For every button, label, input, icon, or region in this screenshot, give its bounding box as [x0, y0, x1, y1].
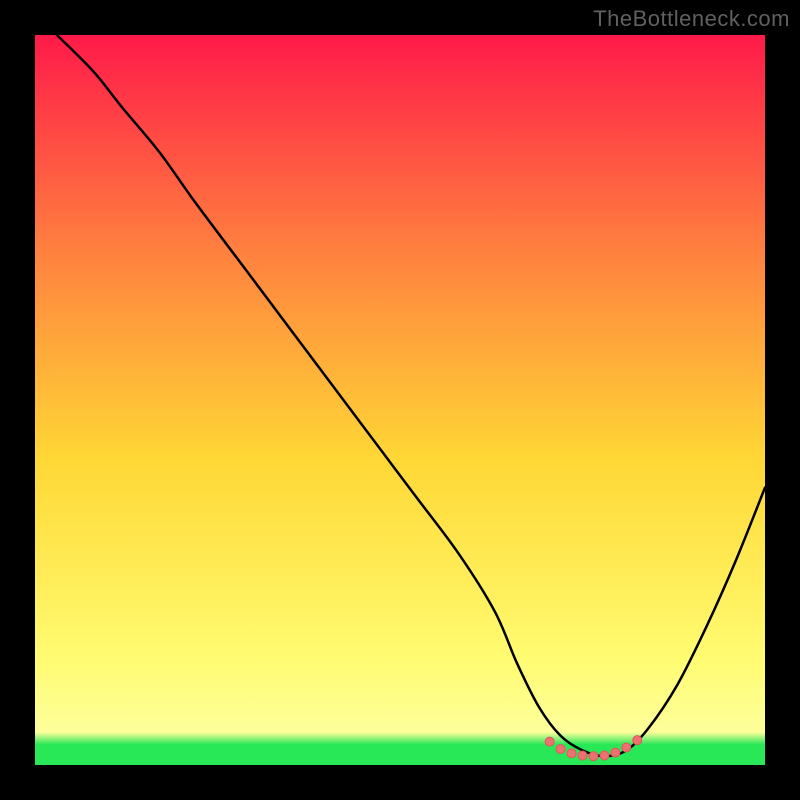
marker-dot [622, 743, 631, 752]
marker-dot [567, 749, 576, 758]
marker-dot [578, 751, 587, 760]
marker-dot [545, 737, 554, 746]
plot-area [35, 35, 765, 765]
watermark-text: TheBottleneck.com [593, 6, 790, 32]
marker-dot [633, 736, 642, 745]
marker-dot [611, 748, 620, 757]
gradient-background [35, 35, 765, 765]
marker-dot [556, 744, 565, 753]
chart-container: TheBottleneck.com [0, 0, 800, 800]
marker-dot [600, 751, 609, 760]
chart-svg [35, 35, 765, 765]
marker-dot [589, 752, 598, 761]
